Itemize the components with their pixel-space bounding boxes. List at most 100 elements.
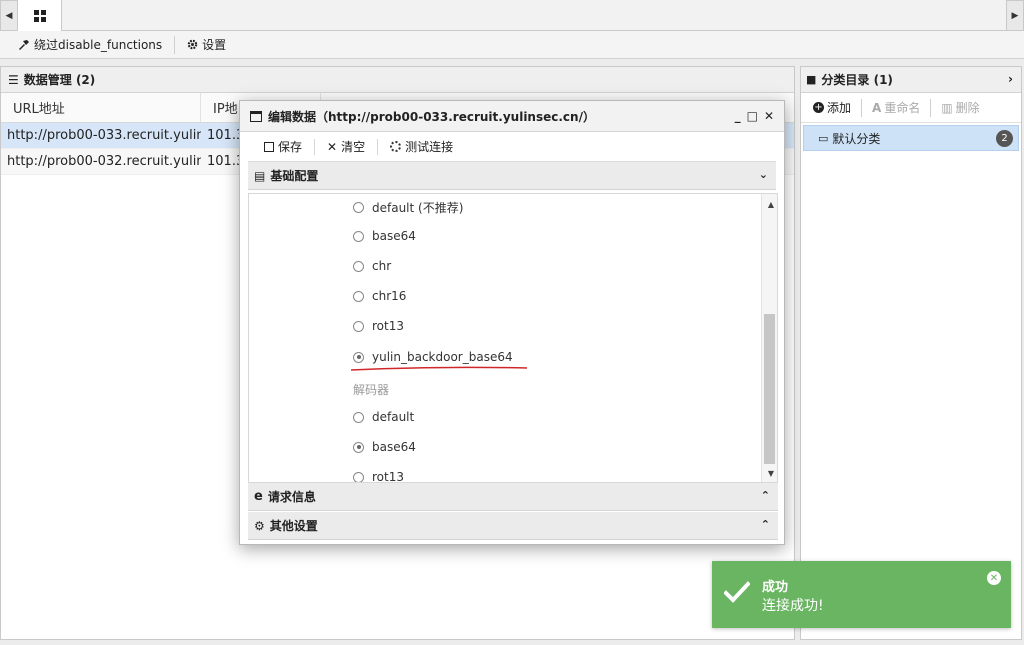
request-info-accordion[interactable]: e 请求信息 ⌃: [248, 483, 778, 511]
spinner-icon: [390, 141, 402, 152]
encoder-option-base64[interactable]: base64: [353, 229, 416, 243]
edit-data-dialog: 编辑数据（http://prob00-033.recruit.yulinsec.…: [239, 100, 785, 545]
settings-button[interactable]: 设置: [181, 35, 232, 55]
option-label: chr: [372, 259, 392, 273]
option-label: rot13: [372, 319, 404, 333]
radio-button[interactable]: [353, 411, 364, 423]
encoder-option-chr16[interactable]: chr16: [353, 289, 406, 303]
radio-button[interactable]: [353, 320, 364, 332]
save-label: 保存: [278, 140, 303, 154]
tab-home[interactable]: [18, 0, 62, 31]
radio-button[interactable]: [353, 202, 364, 213]
request-info-label: 请求信息: [267, 490, 316, 504]
category-item-label: 默认分类: [832, 131, 881, 146]
rename-category-button[interactable]: A 重命名: [872, 99, 920, 116]
folder-open-icon: ▭: [818, 131, 829, 145]
save-button[interactable]: 保存: [258, 138, 308, 155]
scrollbar-thumb[interactable]: [764, 314, 775, 464]
data-panel-title: 数据管理 (2): [23, 73, 96, 87]
chevron-down-icon: ⌄: [758, 168, 768, 181]
tab-scroll-right-icon[interactable]: ▶: [1006, 0, 1024, 31]
window-icon: [250, 110, 262, 122]
option-label: chr16: [372, 289, 407, 303]
cogs-icon: ⚙: [254, 518, 265, 533]
category-panel-header: ■ 分类目录 (1) ›: [801, 67, 1021, 93]
close-icon[interactable]: ✕: [987, 571, 1001, 585]
radio-button[interactable]: [353, 471, 364, 482]
row-url: http://prob00-033.recruit.yulinsec: [7, 128, 201, 143]
decoder-option-base64[interactable]: base64: [353, 440, 416, 454]
encoder-option-rot13[interactable]: rot13: [353, 319, 404, 333]
tab-bar: ◀ ▶: [0, 0, 1024, 31]
option-label: default (不推荐): [372, 201, 464, 215]
option-label: rot13: [372, 470, 404, 483]
toolbar-divider: [314, 138, 316, 155]
radio-button[interactable]: [353, 290, 364, 302]
other-settings-accordion[interactable]: ⚙ 其他设置 ⌃: [248, 512, 778, 540]
radio-button[interactable]: [353, 230, 364, 242]
decoder-option-default[interactable]: default: [353, 410, 414, 424]
toast-title: 成功: [762, 580, 789, 595]
folder-icon: ■: [806, 73, 817, 86]
close-icon[interactable]: ✕: [764, 109, 774, 123]
encoder-option-yulin-backdoor-base64[interactable]: yulin_backdoor_base64: [353, 350, 513, 364]
minimize-icon[interactable]: _: [735, 109, 741, 123]
data-panel-header: ☰ 数据管理 (2): [1, 67, 794, 93]
chevron-right-icon[interactable]: ›: [1008, 72, 1013, 86]
font-icon: A: [872, 100, 882, 115]
add-label: 添加: [827, 101, 852, 115]
success-toast: 成功 连接成功! ✕: [712, 561, 1011, 628]
add-category-button[interactable]: + 添加: [813, 99, 851, 116]
delete-category-button[interactable]: ▥ 删除: [941, 99, 979, 116]
scrollbar[interactable]: ▲ ▼: [761, 194, 777, 482]
option-label: base64: [372, 440, 416, 454]
floppy-icon: [264, 141, 274, 152]
dialog-title-bar[interactable]: 编辑数据（http://prob00-033.recruit.yulinsec.…: [240, 101, 784, 132]
settings-label: 设置: [202, 38, 227, 52]
list-icon: ☰: [8, 72, 19, 87]
scroll-up-icon[interactable]: ▲: [768, 200, 774, 209]
option-label: default: [372, 410, 415, 424]
basic-config-label: 基础配置: [270, 169, 319, 183]
category-count-badge: 2: [996, 130, 1013, 147]
decoder-option-rot13[interactable]: rot13: [353, 470, 404, 483]
radio-button-selected[interactable]: [353, 351, 364, 363]
column-header-url[interactable]: URL地址: [1, 93, 201, 122]
clear-label: 清空: [341, 140, 366, 154]
ie-icon: e: [254, 489, 263, 504]
option-label: yulin_backdoor_base64: [372, 350, 513, 364]
main-toolbar: 绕过disable_functions 设置: [0, 31, 1024, 59]
tab-scroll-left-icon[interactable]: ◀: [0, 0, 18, 31]
test-label: 测试连接: [405, 140, 454, 154]
category-panel: ■ 分类目录 (1) › + 添加 A 重命名 ▥ 删除 ▭ 默认分类 2: [800, 66, 1022, 640]
basic-config-accordion[interactable]: ▤ 基础配置 ⌄: [248, 162, 776, 190]
category-item-default[interactable]: ▭ 默认分类 2: [803, 125, 1019, 151]
scroll-down-icon[interactable]: ▼: [768, 469, 774, 478]
delete-label: 删除: [955, 101, 980, 115]
encoder-option-default[interactable]: default (不推荐): [353, 199, 463, 216]
decoder-section-label: 解码器: [353, 383, 390, 397]
dialog-title: 编辑数据（http://prob00-033.recruit.yulinsec.…: [268, 109, 595, 124]
radio-button[interactable]: [353, 260, 364, 272]
bypass-disable-functions-button[interactable]: 绕过disable_functions: [12, 35, 168, 55]
toast-message: 连接成功!: [762, 598, 824, 614]
basic-config-body: default (不推荐) base64 chr chr16 rot13 yul…: [248, 193, 778, 483]
maximize-icon[interactable]: □: [747, 109, 758, 123]
rename-label: 重命名: [884, 101, 921, 115]
hammer-icon: [19, 39, 29, 50]
plus-circle-icon: +: [813, 101, 824, 113]
chevron-up-icon: ⌃: [760, 489, 770, 502]
toolbar-divider: [174, 35, 176, 54]
file-icon: ▤: [254, 168, 266, 183]
category-toolbar: + 添加 A 重命名 ▥ 删除: [801, 93, 1021, 123]
dialog-toolbar: 保存 ✕ 清空 测试连接: [248, 132, 776, 162]
toolbar-divider: [377, 138, 379, 155]
gear-icon: [187, 39, 198, 50]
row-url: http://prob00-032.recruit.yulinsec: [7, 154, 201, 169]
test-connection-button[interactable]: 测试连接: [384, 138, 459, 155]
encoder-option-chr[interactable]: chr: [353, 259, 391, 273]
radio-button-selected[interactable]: [353, 441, 364, 453]
window-controls: _ □ ✕: [735, 109, 774, 123]
other-settings-label: 其他设置: [269, 519, 318, 533]
clear-button[interactable]: ✕ 清空: [321, 138, 371, 155]
